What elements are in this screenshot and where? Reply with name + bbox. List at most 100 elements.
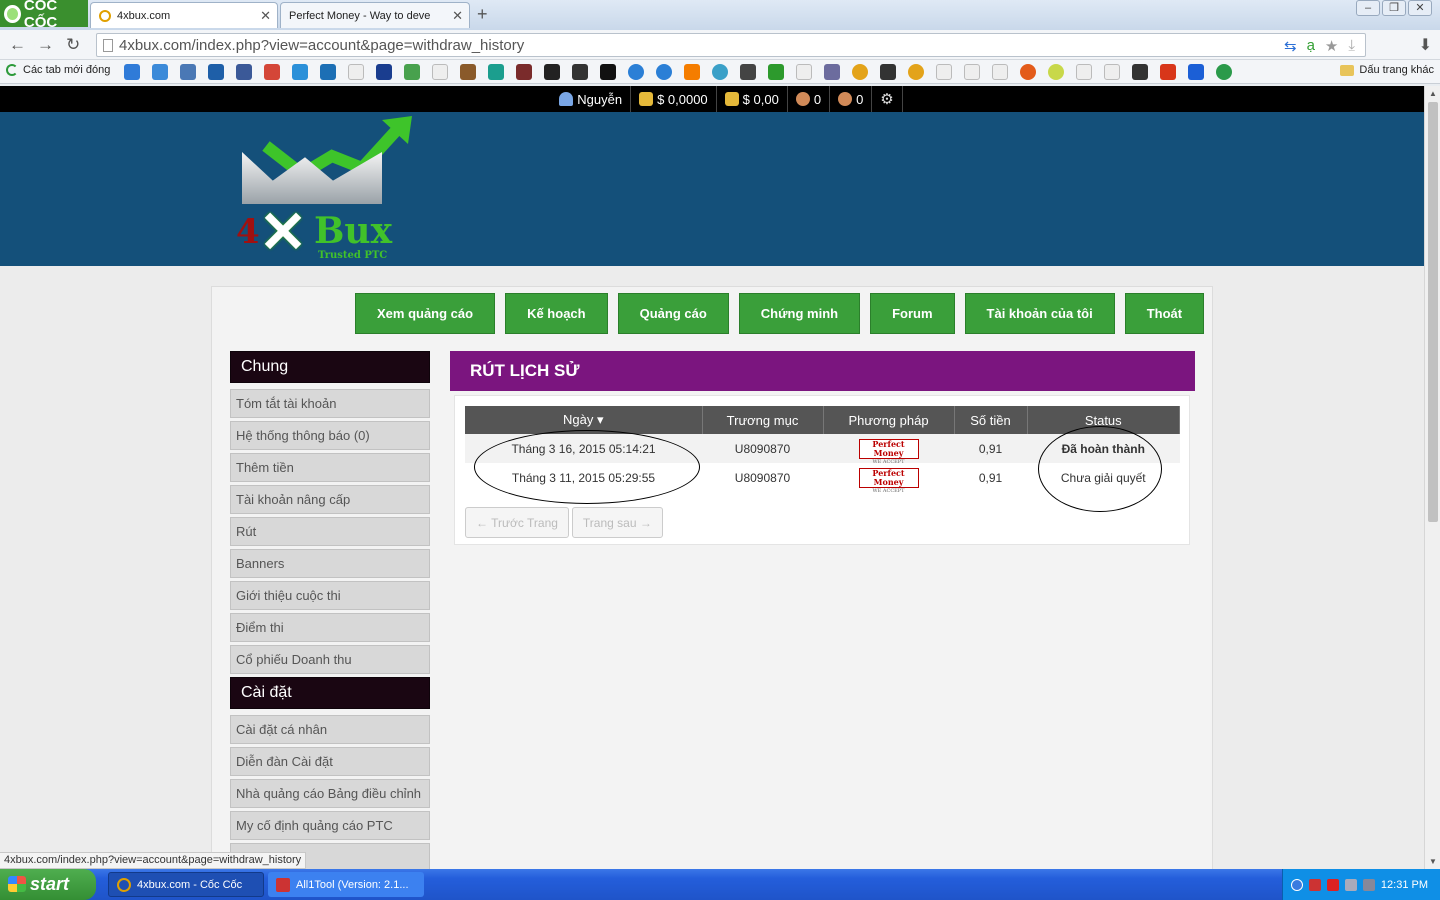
bookmark-icon[interactable] <box>1188 64 1204 80</box>
bookmark-icon[interactable] <box>1132 64 1148 80</box>
bookmark-icon[interactable] <box>768 64 784 80</box>
bookmark-icon[interactable] <box>1048 64 1064 80</box>
sidebar-item-withdraw[interactable]: Rút <box>230 517 430 546</box>
coccoc-menu-button[interactable]: CỐC CỐC <box>0 0 88 31</box>
reload-icon[interactable]: ↻ <box>66 35 80 55</box>
downloads-icon[interactable]: ⬇ <box>1419 35 1432 55</box>
sidebar-item-advertiser-panel[interactable]: Nhà quảng cáo Bảng điều chỉnh <box>230 779 430 808</box>
coccoc-assistant-icon[interactable]: ạ <box>1307 37 1315 55</box>
back-icon[interactable]: ← <box>9 35 26 55</box>
sidebar-item-summary[interactable]: Tóm tắt tài khoản <box>230 389 430 418</box>
sidebar-item-referral-contest[interactable]: Giới thiệu cuộc thi <box>230 581 430 610</box>
bookmark-icon[interactable] <box>740 64 756 80</box>
bookmark-icon[interactable] <box>124 64 140 80</box>
url-text[interactable]: 4xbux.com/index.php?view=account&page=wi… <box>119 37 524 54</box>
bookmark-icon[interactable] <box>516 64 532 80</box>
bookmark-icon[interactable] <box>880 64 896 80</box>
scroll-down-icon[interactable]: ▼ <box>1429 857 1437 866</box>
bookmark-icon[interactable] <box>180 64 196 80</box>
address-bar[interactable]: 4xbux.com/index.php?view=account&page=wi… <box>96 33 1366 57</box>
taskbar-item-all1tool[interactable]: All1Tool (Version: 2.1... <box>268 872 424 897</box>
start-button[interactable]: start <box>0 869 96 900</box>
sidebar-item-upgrade[interactable]: Tài khoản nâng cấp <box>230 485 430 514</box>
page-icon[interactable] <box>964 64 980 80</box>
bookmark-icon[interactable] <box>1020 64 1036 80</box>
bookmark-icon[interactable] <box>1160 64 1176 80</box>
page-icon[interactable] <box>796 64 812 80</box>
sidebar-item-revenue-shares[interactable]: Cổ phiếu Doanh thu <box>230 645 430 674</box>
facebook-icon[interactable] <box>236 64 252 80</box>
bookmark-icon[interactable] <box>1216 64 1232 80</box>
page-icon[interactable] <box>348 64 364 80</box>
restore-icon[interactable]: ❐ <box>1382 0 1406 16</box>
bookmark-star-icon[interactable]: ★ <box>1325 37 1338 55</box>
other-bookmarks[interactable]: Dấu trang khác <box>1340 64 1434 76</box>
forward-icon[interactable]: → <box>37 35 54 55</box>
bookmark-icon[interactable] <box>292 64 308 80</box>
close-tab-icon[interactable]: ✕ <box>260 8 271 24</box>
sidebar-item-personal-settings[interactable]: Cài đặt cá nhân <box>230 715 430 744</box>
download-page-icon[interactable]: ⤓ <box>1348 37 1355 55</box>
nav-plans[interactable]: Kế hoạch <box>505 293 608 334</box>
settings-menu[interactable]: ⚙ <box>872 86 903 112</box>
close-tab-icon[interactable]: ✕ <box>452 8 463 24</box>
nav-advertise[interactable]: Quảng cáo <box>617 293 729 334</box>
main-balance[interactable]: $ 0,0000 <box>631 86 717 112</box>
page-icon[interactable] <box>1104 64 1120 80</box>
tab-4xbux[interactable]: 4xbux.com ✕ <box>90 2 278 28</box>
direct-referrals[interactable]: 0 <box>788 86 831 112</box>
bookmark-icon[interactable] <box>628 64 644 80</box>
tray-app-icon[interactable] <box>1308 878 1321 891</box>
sidebar-item-add-funds[interactable]: Thêm tiền <box>230 453 430 482</box>
nav-view-ads[interactable]: Xem quảng cáo <box>355 293 496 334</box>
bookmark-icon[interactable] <box>852 64 868 80</box>
sidebar-item-banners[interactable]: Banners <box>230 549 430 578</box>
volume-icon[interactable] <box>1362 878 1375 891</box>
bookmark-icon[interactable] <box>600 64 616 80</box>
user-menu[interactable]: Nguyễn <box>551 86 632 112</box>
bookmark-icon[interactable] <box>208 64 224 80</box>
bookmark-icon[interactable] <box>488 64 504 80</box>
purchase-balance[interactable]: $ 0,00 <box>717 86 788 112</box>
next-page-button[interactable]: Trang sau → <box>571 507 663 538</box>
scroll-up-icon[interactable]: ▲ <box>1429 89 1437 98</box>
bookmark-icon[interactable] <box>544 64 560 80</box>
tray-app-icon[interactable] <box>1326 878 1339 891</box>
bookmark-icon[interactable] <box>712 64 728 80</box>
nav-forum[interactable]: Forum <box>870 293 955 334</box>
translate-icon[interactable]: ⇆ <box>1284 37 1297 55</box>
paypal-icon[interactable] <box>376 64 392 80</box>
page-icon[interactable] <box>992 64 1008 80</box>
prev-page-button[interactable]: ← Trước Trang <box>465 507 569 538</box>
recently-closed-tabs[interactable]: Các tab mới đóng <box>6 64 110 76</box>
scroll-thumb[interactable] <box>1428 102 1438 522</box>
nav-my-account[interactable]: Tài khoản của tôi <box>964 293 1115 334</box>
taskbar-item-browser[interactable]: 4xbux.com - Cốc Cốc <box>108 872 264 897</box>
bookmark-icon[interactable] <box>656 64 672 80</box>
page-icon[interactable] <box>1076 64 1092 80</box>
gmail-icon[interactable] <box>264 64 280 80</box>
bookmark-icon[interactable] <box>320 64 336 80</box>
page-scrollbar[interactable]: ▲ ▼ <box>1424 86 1440 869</box>
site-logo[interactable]: 4 ✕ Bux Trusted PTC <box>232 112 432 262</box>
network-icon[interactable] <box>1344 878 1357 891</box>
sidebar-item-notifications[interactable]: Hệ thống thông báo (0) <box>230 421 430 450</box>
page-icon[interactable] <box>936 64 952 80</box>
tab-perfect-money[interactable]: Perfect Money - Way to deve ✕ <box>280 2 470 28</box>
sidebar-item-fixed-ptc-ads[interactable]: My cố định quảng cáo PTC <box>230 811 430 840</box>
minimize-icon[interactable]: – <box>1356 0 1380 16</box>
page-icon[interactable] <box>432 64 448 80</box>
pickaxe-icon[interactable] <box>460 64 476 80</box>
blogger-icon[interactable] <box>684 64 700 80</box>
bookmark-icon[interactable] <box>824 64 840 80</box>
rented-referrals[interactable]: 0 <box>830 86 873 112</box>
nav-logout[interactable]: Thoát <box>1124 293 1205 334</box>
bookmark-icon[interactable] <box>404 64 420 80</box>
bookmark-icon[interactable] <box>908 64 924 80</box>
bookmark-icon[interactable] <box>572 64 588 80</box>
sidebar-item-forum-settings[interactable]: Diễn đàn Cài đặt <box>230 747 430 776</box>
close-window-icon[interactable]: ✕ <box>1408 0 1432 16</box>
nav-proof[interactable]: Chứng minh <box>738 293 861 334</box>
bookmark-icon[interactable] <box>152 64 168 80</box>
sidebar-item-points-contest[interactable]: Điểm thi <box>230 613 430 642</box>
